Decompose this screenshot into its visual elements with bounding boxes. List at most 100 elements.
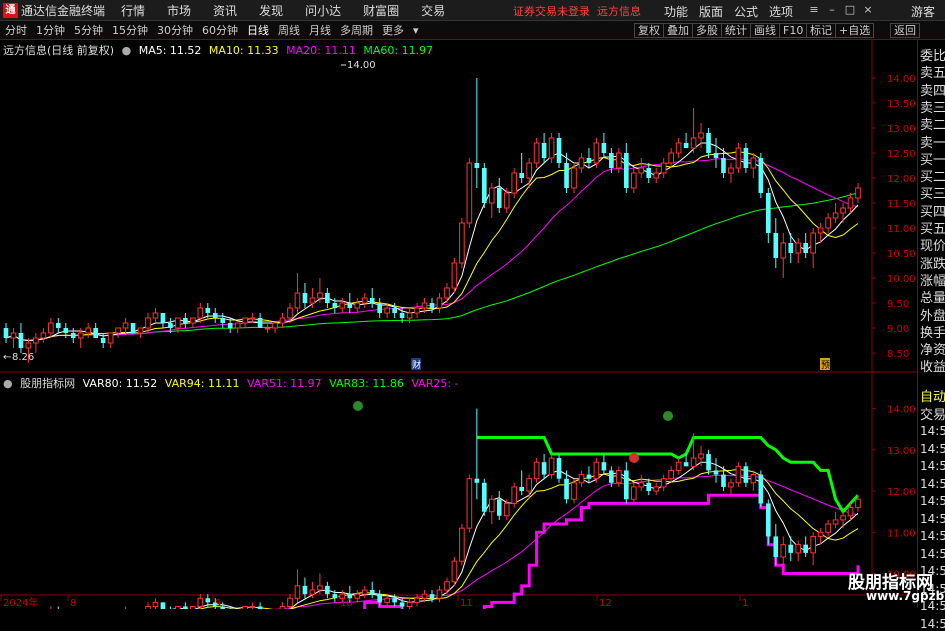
candle-body	[444, 287, 450, 299]
tick-time: 14:5	[920, 424, 945, 438]
y-tick-label: 12.00	[887, 487, 916, 498]
candle-body	[533, 461, 540, 480]
auto-label[interactable]: 自动	[920, 386, 945, 405]
candle-body	[406, 601, 413, 607]
period-daily[interactable]: 日线	[242, 22, 273, 38]
candle-body	[683, 143, 689, 148]
candle-body	[436, 297, 443, 309]
candle-body	[593, 142, 600, 164]
menu-jiaoyi[interactable]: 交易	[421, 2, 445, 19]
period-monthly[interactable]: 月线	[304, 22, 335, 38]
close-icon[interactable]: ×	[861, 3, 875, 17]
candle-body	[660, 162, 667, 174]
candle-body	[466, 478, 473, 529]
menu-gongneng[interactable]: 功能	[664, 3, 688, 20]
candle-body	[668, 469, 674, 480]
candle-body	[190, 317, 196, 324]
draw-line-button[interactable]: 画线	[750, 23, 780, 38]
guest-login[interactable]: 游客	[911, 3, 935, 20]
candle-body	[548, 457, 555, 476]
menu-xuanxiang[interactable]: 选项	[769, 3, 793, 20]
watermark-url: www.7gpzb.com	[866, 589, 945, 603]
period-multi[interactable]: 多周期	[335, 22, 377, 38]
menu-icon[interactable]: ≡	[807, 3, 821, 17]
menu-gongshi[interactable]: 公式	[734, 3, 758, 20]
ma20-line	[5, 158, 859, 342]
period-1min[interactable]: 1分钟	[31, 22, 69, 38]
candle-body	[466, 162, 473, 224]
period-5min[interactable]: 5分钟	[69, 22, 107, 38]
fuquan-button[interactable]: 复权	[634, 23, 664, 38]
menu-wenxiaoda[interactable]: 问小达	[305, 2, 341, 19]
candle-body	[384, 597, 390, 603]
y-tick-label: 14.00	[887, 74, 916, 85]
period-weekly[interactable]: 周线	[273, 22, 304, 38]
stats-button[interactable]: 统计	[721, 23, 751, 38]
candle-body	[302, 585, 308, 595]
mark-button[interactable]: 标记	[806, 23, 836, 38]
candle-body	[406, 312, 413, 319]
candle-body	[294, 585, 301, 599]
candle-body	[690, 457, 697, 467]
period-60min[interactable]: 60分钟	[197, 22, 242, 38]
candle-body	[810, 232, 816, 254]
period-30min[interactable]: 30分钟	[152, 22, 197, 38]
candle-body	[533, 142, 540, 164]
y-tick-label: 12.00	[887, 174, 916, 185]
main-candles	[3, 78, 861, 363]
candle-body	[257, 318, 263, 328]
menu-banmian[interactable]: 版面	[699, 3, 723, 20]
candle-body	[481, 482, 487, 512]
candle-body	[496, 188, 502, 208]
minimize-icon[interactable]: –	[825, 3, 839, 17]
add-favorite-button[interactable]: +自选	[835, 23, 875, 38]
menu-hangqing[interactable]: 行情	[121, 2, 145, 19]
main-y-axis: 14.00 13.50 13.00 12.50 12.00 11.50 11.00 10.50…	[872, 74, 916, 360]
candle-body	[287, 307, 293, 319]
candle-body	[421, 593, 428, 599]
y-tick-label: 9.50	[887, 299, 909, 310]
tick-time: 14:5	[920, 476, 945, 491]
candle-body	[526, 478, 532, 492]
candle-body	[33, 337, 39, 344]
kline-chart-area[interactable]: 14.00 13.50 13.00 12.50 12.00 11.50 11.00 10.50…	[0, 40, 917, 609]
f10-button[interactable]: F10	[779, 23, 808, 38]
candle-body	[609, 470, 614, 483]
candle-body	[287, 597, 293, 607]
menu-caifuquan[interactable]: 财富圈	[363, 2, 399, 19]
app-logo-icon: 通	[3, 2, 18, 18]
trade-label[interactable]: 交易	[920, 404, 945, 423]
period-fenshi[interactable]: 分时	[0, 22, 31, 38]
multi-stock-button[interactable]: 多股	[692, 23, 722, 38]
window-buttons: ≡ – □ ×	[807, 3, 879, 17]
candle-body	[773, 233, 779, 258]
menu-shichang[interactable]: 市场	[167, 2, 191, 19]
period-more-arrow-icon[interactable]: ▾	[408, 24, 423, 37]
candle-body	[586, 158, 592, 163]
candle-body	[392, 308, 397, 313]
candle-body	[780, 544, 787, 558]
period-15min[interactable]: 15分钟	[107, 22, 152, 38]
back-button[interactable]: 返回	[890, 23, 920, 38]
candle-body	[399, 602, 405, 607]
overlay-button[interactable]: 叠加	[663, 23, 693, 38]
quote-row-label: 买五	[920, 222, 945, 237]
candle-body	[212, 313, 218, 318]
top-right-menu: 功能 版面 公式 选项	[664, 3, 804, 20]
period-more[interactable]: 更多	[377, 22, 408, 38]
quote-row-label: 卖五	[920, 66, 945, 82]
candle-body	[168, 323, 173, 328]
x-tick-label: 8	[70, 598, 76, 609]
candle-body	[309, 589, 316, 595]
menu-zixun[interactable]: 资讯	[213, 2, 237, 19]
candle-body	[653, 172, 660, 179]
candle-body	[810, 535, 816, 554]
sub-indicator-lines	[171, 436, 860, 609]
app-title: 通达信金融终端	[21, 3, 106, 18]
maximize-icon[interactable]: □	[843, 3, 857, 17]
candle-body	[765, 193, 771, 233]
menu-faxian[interactable]: 发现	[259, 2, 283, 19]
candle-body	[339, 302, 346, 309]
trade-login-warning[interactable]: 证券交易未登录 远方信息	[513, 3, 641, 19]
candle-body	[459, 222, 465, 264]
